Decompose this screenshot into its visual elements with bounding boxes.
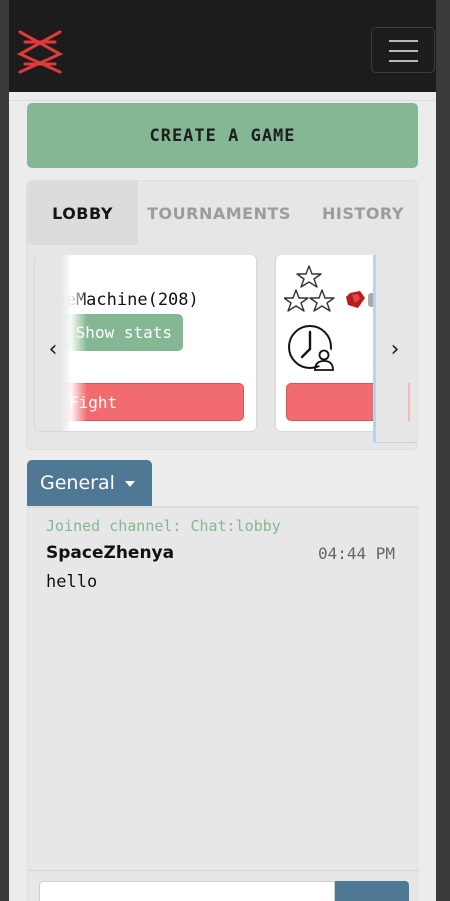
chat-panel: Joined channel: Chat:lobby SpaceZhenya 0… [27, 506, 419, 901]
hamburger-menu-icon[interactable] [371, 27, 435, 73]
chat-channel-dropdown[interactable]: General [27, 460, 152, 506]
create-game-button[interactable]: CREATE A GAME [27, 103, 418, 168]
chevron-right-icon[interactable]: › [384, 335, 406, 363]
message-author[interactable]: SpaceZhenya [46, 543, 174, 563]
ruby-gem-icon [346, 291, 365, 308]
chevron-left-icon[interactable]: ‹ [42, 335, 64, 363]
chat-channel-label: General [40, 472, 115, 494]
star-rating-icon [284, 265, 335, 312]
message-text: hello [46, 572, 98, 592]
app-frame: CREATE A GAME LOBBY TOURNAMENTS HISTORY … [9, 0, 436, 901]
system-message: Joined channel: Chat:lobby [46, 517, 281, 535]
crossed-x-logo-icon[interactable] [17, 28, 63, 76]
message-time: 04:44 PM [318, 544, 396, 563]
lobby-carousel: orseMachine(208) Show stats Fight ‹ › [27, 255, 417, 449]
divider [28, 507, 419, 508]
chat-message-input[interactable] [39, 881, 335, 901]
player-card: orseMachine(208) Show stats Fight [35, 255, 256, 431]
divider [28, 870, 419, 871]
fight-button-secondary[interactable] [286, 383, 386, 421]
divider [9, 100, 436, 101]
games-panel: LOBBY TOURNAMENTS HISTORY orseMachine(20… [26, 180, 418, 450]
caret-down-icon [124, 480, 135, 487]
tab-lobby[interactable]: LOBBY [27, 181, 138, 245]
send-button[interactable] [335, 881, 409, 901]
games-tabs: LOBBY TOURNAMENTS HISTORY [27, 181, 417, 245]
tab-history[interactable]: HISTORY [313, 181, 413, 245]
clock-user-icon [288, 325, 334, 371]
next-fight-fragment [408, 383, 410, 421]
navbar [9, 0, 436, 92]
tab-tournaments[interactable]: TOURNAMENTS [147, 181, 290, 245]
